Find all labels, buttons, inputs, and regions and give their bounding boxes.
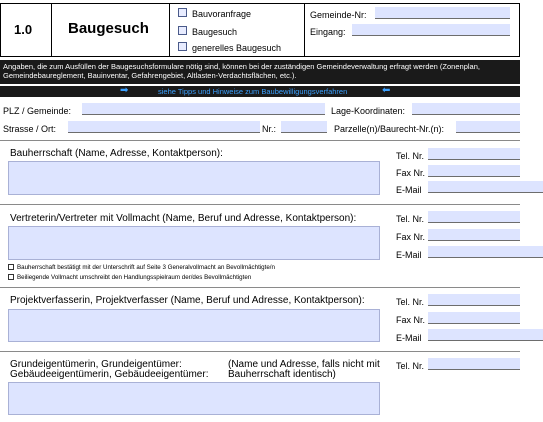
projektverfasser-email-field[interactable] bbox=[428, 329, 543, 341]
grundeigentuemer-note-line2: Bauherrschaft identisch) bbox=[228, 369, 336, 380]
bauherrschaft-tel-field[interactable] bbox=[428, 148, 520, 160]
plz-gemeinde-label: PLZ / Gemeinde: bbox=[3, 106, 72, 116]
option-baugesuch-label: Baugesuch bbox=[192, 27, 238, 37]
grundeigentuemer-tel-field[interactable] bbox=[428, 358, 520, 370]
parzelle-label: Parzelle(n)/Baurecht-Nr.(n): bbox=[334, 124, 445, 134]
generalvollmacht-label: Bauherrschaft bestätigt mit der Untersch… bbox=[17, 264, 275, 271]
projektverfasser-fax-label: Fax Nr. bbox=[396, 315, 426, 325]
vertreter-field[interactable] bbox=[8, 226, 380, 260]
projektverfasser-tel-label: Tel. Nr. bbox=[396, 297, 425, 307]
form-number: 1.0 bbox=[14, 22, 33, 37]
arrow-right-icon: ➡ bbox=[120, 85, 129, 96]
vertreter-email-field[interactable] bbox=[428, 246, 543, 258]
option-bauvoranfrage-label: Bauvoranfrage bbox=[192, 9, 252, 19]
divider-1 bbox=[0, 140, 520, 141]
grundeigentuemer-tel-label: Tel. Nr. bbox=[396, 361, 425, 371]
bauherrschaft-fax-label: Fax Nr. bbox=[396, 168, 426, 178]
bauherrschaft-email-label: E-Mail bbox=[396, 185, 422, 195]
form-title: Baugesuch bbox=[68, 20, 149, 37]
checkbox-generelles-baugesuch[interactable] bbox=[178, 42, 187, 51]
eingang-field[interactable] bbox=[352, 24, 510, 36]
projektverfasser-heading: Projektverfasserin, Projektverfasser (Na… bbox=[10, 295, 365, 306]
projektverfasser-fax-field[interactable] bbox=[428, 312, 520, 324]
header-divider-2 bbox=[169, 3, 170, 57]
vertreter-tel-field[interactable] bbox=[428, 211, 520, 223]
nr-label: Nr.: bbox=[262, 124, 277, 134]
info-text: Angaben, die zum Ausfüllen der Baugesuch… bbox=[3, 62, 480, 80]
parzelle-field[interactable] bbox=[456, 121, 520, 133]
grundeigentuemer-heading-line2: Gebäudeeigentümerin, Gebäudeeigentümer: bbox=[10, 369, 209, 380]
projektverfasser-email-label: E-Mail bbox=[396, 333, 422, 343]
header-divider-1 bbox=[51, 3, 52, 57]
option-generelles-baugesuch-label: generelles Baugesuch bbox=[192, 43, 282, 53]
lage-koordinaten-field[interactable] bbox=[412, 103, 520, 115]
bauherrschaft-tel-label: Tel. Nr. bbox=[396, 151, 425, 161]
strasse-ort-field[interactable] bbox=[68, 121, 260, 133]
bauherrschaft-field[interactable] bbox=[8, 161, 380, 195]
info-box: Angaben, die zum Ausfüllen der Baugesuch… bbox=[0, 60, 520, 84]
arrow-left-icon: ⬅ bbox=[382, 85, 391, 96]
bauherrschaft-heading: Bauherrschaft (Name, Adresse, Kontaktper… bbox=[10, 148, 223, 159]
gemeinde-nr-field[interactable] bbox=[375, 7, 510, 19]
lage-koordinaten-label: Lage-Koordinaten: bbox=[331, 106, 406, 116]
bauherrschaft-email-field[interactable] bbox=[428, 181, 543, 193]
bauherrschaft-fax-field[interactable] bbox=[428, 165, 520, 177]
divider-4 bbox=[0, 351, 520, 352]
gemeinde-nr-label: Gemeinde-Nr: bbox=[310, 10, 367, 20]
tips-link[interactable]: siehe Tipps und Hinweise zum Baubewillig… bbox=[158, 87, 347, 96]
vertreter-fax-field[interactable] bbox=[428, 229, 520, 241]
divider-2 bbox=[0, 204, 520, 205]
beiliegende-vollmacht-label: Beiliegende Vollmacht umschreibt den Han… bbox=[17, 274, 252, 281]
vertreter-email-label: E-Mail bbox=[396, 250, 422, 260]
projektverfasser-field[interactable] bbox=[8, 309, 380, 342]
eingang-label: Eingang: bbox=[310, 27, 346, 37]
header-divider-3 bbox=[304, 3, 305, 57]
nr-field[interactable] bbox=[281, 121, 327, 133]
projektverfasser-tel-field[interactable] bbox=[428, 294, 520, 306]
vertreter-heading: Vertreterin/Vertreter mit Vollmacht (Nam… bbox=[10, 213, 357, 224]
strasse-ort-label: Strasse / Ort: bbox=[3, 124, 57, 134]
checkbox-baugesuch[interactable] bbox=[178, 26, 187, 35]
vertreter-tel-label: Tel. Nr. bbox=[396, 214, 425, 224]
checkbox-bauvoranfrage[interactable] bbox=[178, 8, 187, 17]
checkbox-generalvollmacht[interactable] bbox=[8, 264, 14, 270]
vertreter-fax-label: Fax Nr. bbox=[396, 232, 426, 242]
divider-3 bbox=[0, 287, 520, 288]
checkbox-beiliegende-vollmacht[interactable] bbox=[8, 274, 14, 280]
plz-gemeinde-field[interactable] bbox=[82, 103, 325, 115]
grundeigentuemer-field[interactable] bbox=[8, 382, 380, 415]
